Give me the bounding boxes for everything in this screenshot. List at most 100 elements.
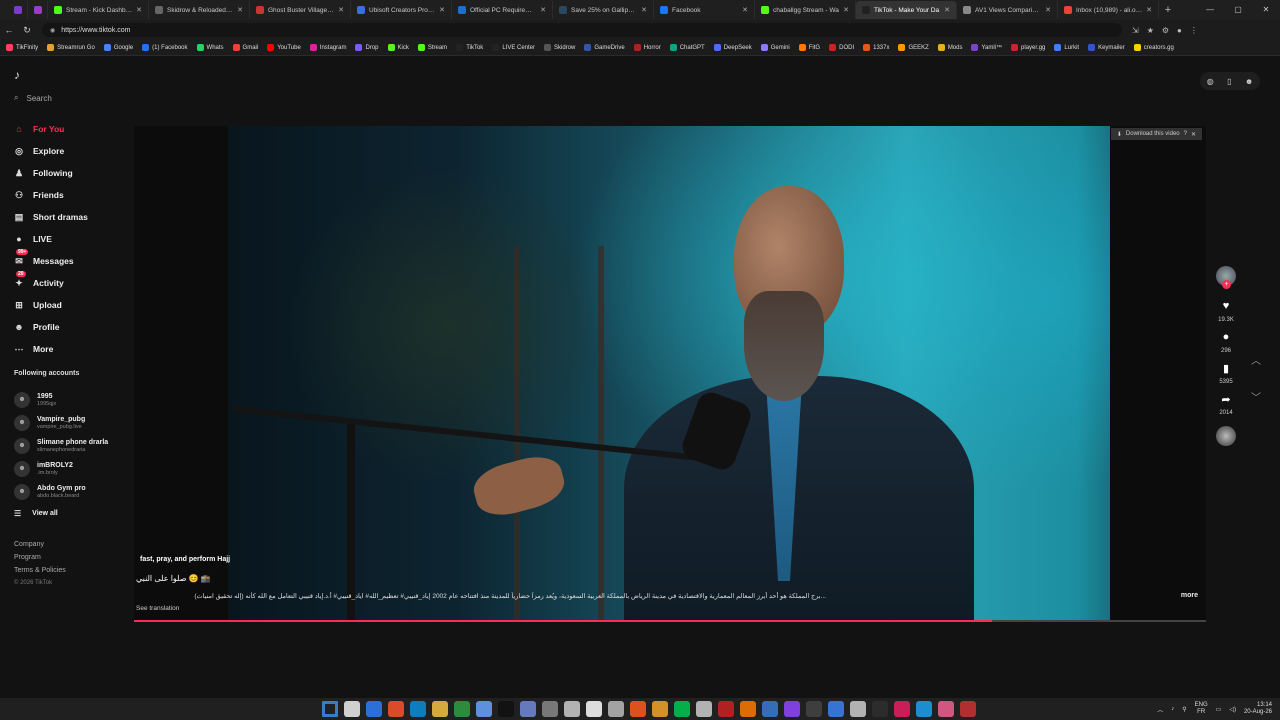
taskbar-app-icon[interactable] — [498, 701, 514, 717]
install-icon[interactable]: ⇲ — [1132, 26, 1139, 35]
bookmark-youtube[interactable]: YouTube — [267, 44, 301, 51]
bookmark-geekz[interactable]: GEEKZ — [898, 44, 929, 51]
tab-skidrow-reloaded-games[interactable]: Skidrow & Reloaded Games ✕ — [149, 1, 250, 19]
creator-avatar[interactable]: + — [1216, 266, 1236, 289]
device-icon[interactable]: ▯ — [1227, 77, 1231, 86]
bookmark-1337x[interactable]: 1337x — [863, 44, 889, 51]
sidebar-item-activity[interactable]: ✦ Activity 20 — [12, 271, 88, 294]
windows-start-icon[interactable] — [322, 701, 338, 717]
video-progress-bar[interactable] — [134, 620, 1206, 622]
taskbar-app-icon[interactable] — [740, 701, 756, 717]
taskbar-app-icon[interactable] — [586, 701, 602, 717]
extension-icon[interactable]: ⚙ — [1162, 26, 1169, 35]
tab-close-icon[interactable]: ✕ — [136, 6, 142, 14]
following-account-slimane-phone-drarla[interactable]: ☻ Slimane phone drarla slimanephonedraria — [14, 434, 108, 457]
tray-chevron-icon[interactable]: ︿ — [1157, 705, 1163, 714]
bookmark-yamli[interactable]: Yamli™ — [971, 44, 1002, 51]
taskbar-app-icon[interactable] — [938, 701, 954, 717]
tab-close-icon[interactable]: ✕ — [237, 6, 243, 14]
help-icon[interactable]: ? — [1184, 131, 1187, 137]
back-icon[interactable]: ← — [0, 25, 18, 35]
taskbar-app-icon[interactable] — [520, 701, 536, 717]
taskbar-app-icon[interactable] — [432, 701, 448, 717]
bookmark-tiktok[interactable]: TikTok — [456, 44, 483, 51]
taskbar-app-icon[interactable] — [344, 701, 360, 717]
tab-close-icon[interactable]: ✕ — [1146, 6, 1152, 14]
footer-link-company[interactable]: Company — [14, 538, 66, 551]
tiktok-logo-icon[interactable]: ♪ — [14, 68, 20, 82]
tab-tiktok-make-your-da[interactable]: TikTok - Make Your Da ✕ — [856, 1, 957, 19]
tab-chaballgg-stream-wa[interactable]: chaballgg Stream - Wa ✕ — [755, 1, 856, 19]
taskbar-app-icon[interactable] — [674, 701, 690, 717]
sidebar-item-explore[interactable]: ◎ Explore — [12, 140, 88, 162]
taskbar-app-icon[interactable] — [454, 701, 470, 717]
bookmark-whats[interactable]: Whats — [196, 44, 224, 51]
footer-link-program[interactable]: Program — [14, 551, 66, 564]
sidebar-item-live[interactable]: ● LIVE — [12, 228, 88, 250]
following-account-abdo-gym-pro[interactable]: ☻ Abdo Gym pro abdo.black.beard — [14, 480, 108, 503]
view-all-button[interactable]: ☰ View all — [14, 503, 108, 523]
sidebar-item-profile[interactable]: ☻ Profile — [12, 316, 88, 338]
taskbar-app-icon[interactable] — [630, 701, 646, 717]
tab-inbox-10-989-ali-ouckri[interactable]: Inbox (10,989) - ali.ouckri ✕ — [1058, 1, 1159, 19]
clock[interactable]: 13:14 20-Aug-26 — [1244, 702, 1272, 716]
url-field[interactable]: ◉ https://www.tiktok.com — [42, 23, 1122, 37]
tab-search-button[interactable] — [8, 1, 28, 19]
tab-av1-views-comparison[interactable]: AV1 Views Comparison ✕ — [957, 1, 1058, 19]
bookmark-google[interactable]: Google — [103, 44, 133, 51]
taskbar-app-icon[interactable] — [762, 701, 778, 717]
bookmark-kick[interactable]: Kick — [387, 44, 409, 51]
taskbar-app-icon[interactable] — [872, 701, 888, 717]
tab-pinned[interactable] — [28, 1, 48, 19]
close-icon[interactable]: ✕ — [1252, 0, 1280, 20]
bookmark-chatgpt[interactable]: ChatGPT — [669, 44, 705, 51]
tab-facebook[interactable]: Facebook ✕ — [654, 1, 755, 19]
taskbar-app-icon[interactable] — [608, 701, 624, 717]
taskbar-app-icon[interactable] — [388, 701, 404, 717]
bookmark-drop[interactable]: Drop — [355, 44, 379, 51]
taskbar-app-icon[interactable] — [916, 701, 932, 717]
follow-plus-icon[interactable]: + — [1222, 280, 1231, 289]
new-tab-button[interactable]: + — [1159, 4, 1177, 16]
bookmark-fitg[interactable]: FitG — [798, 44, 820, 51]
user-avatar[interactable]: ☻ — [1245, 77, 1253, 86]
sidebar-item-messages[interactable]: ✉ Messages 99+ — [12, 249, 88, 272]
menu-icon[interactable]: ⋮ — [1190, 26, 1198, 35]
tab-ghost-buster-village-p2p[interactable]: Ghost Buster Village-P2P ✕ — [250, 1, 351, 19]
taskbar-app-icon[interactable] — [696, 701, 712, 717]
following-account-1995[interactable]: ☻ 1995 1995qjx — [14, 388, 108, 411]
bookmark-skidrow[interactable]: Skidrow — [544, 44, 575, 51]
sidebar-item-friends[interactable]: ⚇ Friends — [12, 184, 88, 206]
following-account-vampire-pubg[interactable]: ☻ Vampire_pubg vampire_pubg.live — [14, 411, 108, 434]
tab-stream-kick-dashboard[interactable]: Stream - Kick Dashboard ✕ — [48, 1, 149, 19]
taskbar-app-icon[interactable] — [410, 701, 426, 717]
reload-icon[interactable]: ↻ — [18, 25, 36, 36]
coins-icon[interactable]: ◍ — [1207, 77, 1214, 86]
bookmark-streamrun-go[interactable]: Streamrun Go — [47, 44, 95, 51]
footer-link-terms[interactable]: Terms & Policies — [14, 564, 66, 577]
tab-close-icon[interactable]: ✕ — [641, 6, 647, 14]
bookmark-horror[interactable]: Horror — [633, 44, 661, 51]
bookmark-tikfinity[interactable]: TikFinity — [6, 44, 38, 51]
bookmark-gamedrive[interactable]: GameDrive — [584, 44, 625, 51]
following-account-imbroly2[interactable]: ☻ imBROLY2 .im.broly — [14, 457, 108, 480]
site-info-icon[interactable]: ◉ — [50, 27, 55, 34]
sidebar-item-short-dramas[interactable]: ▤ Short dramas — [12, 206, 88, 228]
mic-icon[interactable]: ⚲ — [1182, 706, 1186, 713]
bookmark-mods[interactable]: Mods — [937, 44, 962, 51]
tab-ubisoft-creators-program[interactable]: Ubisoft Creators Program ✕ — [351, 1, 452, 19]
music-disc-icon[interactable] — [1216, 426, 1236, 446]
tab-close-icon[interactable]: ✕ — [540, 6, 546, 14]
bookmark-live-center[interactable]: LIVE Center — [492, 44, 535, 51]
taskbar-app-icon[interactable] — [564, 701, 580, 717]
taskbar-app-icon[interactable] — [542, 701, 558, 717]
taskbar-app-icon[interactable] — [806, 701, 822, 717]
tab-close-icon[interactable]: ✕ — [338, 6, 344, 14]
volume-icon[interactable]: ♪ — [1171, 706, 1174, 712]
more-link[interactable]: more — [1181, 592, 1198, 599]
sidebar-item-upload[interactable]: ⊞ Upload — [12, 294, 88, 316]
save-button[interactable]: ▮ 5395 — [1219, 362, 1232, 385]
maximize-icon[interactable]: ▢ — [1224, 0, 1252, 20]
taskbar-app-icon[interactable] — [784, 701, 800, 717]
bookmark-instagram[interactable]: Instagram — [309, 44, 346, 51]
